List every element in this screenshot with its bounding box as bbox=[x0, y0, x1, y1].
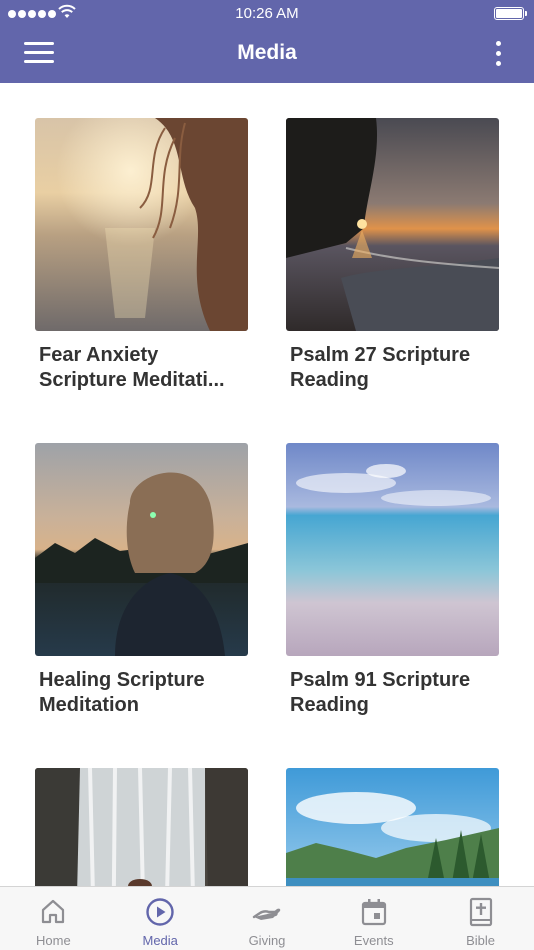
battery-icon bbox=[494, 7, 527, 20]
tab-label: Bible bbox=[466, 933, 496, 948]
media-thumbnail bbox=[286, 443, 499, 656]
status-bar: 10:26 AM bbox=[0, 0, 534, 28]
header-bar: Media bbox=[0, 28, 534, 83]
media-card[interactable]: Fear Anxiety Scripture Meditati... bbox=[35, 118, 248, 393]
calendar-icon bbox=[361, 899, 386, 926]
tab-bar: Home Media Giving Events Bible bbox=[0, 886, 534, 950]
media-thumbnail bbox=[35, 768, 248, 886]
home-icon bbox=[42, 899, 65, 924]
hamburger-menu-icon[interactable] bbox=[24, 42, 56, 68]
tab-label: Media bbox=[142, 933, 178, 948]
tab-giving[interactable]: Giving bbox=[214, 887, 321, 950]
media-title: Healing Scripture Meditation bbox=[39, 669, 205, 716]
tab-label: Home bbox=[36, 933, 71, 948]
bible-icon bbox=[469, 897, 492, 927]
media-card[interactable] bbox=[35, 768, 248, 886]
tab-media[interactable]: Media bbox=[107, 887, 214, 950]
media-thumbnail bbox=[286, 118, 499, 331]
tab-events[interactable]: Events bbox=[320, 887, 427, 950]
giving-hand-icon bbox=[252, 908, 281, 920]
tab-bible[interactable]: Bible bbox=[427, 887, 534, 950]
media-title: Psalm 27 Scripture Reading bbox=[290, 344, 471, 391]
media-thumbnail bbox=[35, 118, 248, 331]
play-circle-icon bbox=[146, 898, 174, 926]
media-card[interactable]: Psalm 27 Scripture Reading bbox=[286, 118, 499, 393]
media-grid: Fear Anxiety Scripture Meditati... Psalm… bbox=[0, 83, 534, 886]
media-card[interactable]: Healing Scripture Meditation bbox=[35, 443, 248, 718]
media-thumbnail bbox=[286, 768, 499, 886]
tab-label: Events bbox=[353, 933, 394, 948]
tab-home[interactable]: Home bbox=[0, 887, 107, 950]
tab-label: Giving bbox=[248, 933, 286, 948]
media-title: Fear Anxiety Scripture Meditati... bbox=[39, 344, 225, 391]
status-time: 10:26 AM bbox=[235, 5, 299, 22]
media-card[interactable] bbox=[286, 768, 499, 886]
more-options-icon[interactable] bbox=[492, 41, 504, 71]
media-title: Psalm 91 Scripture Reading bbox=[290, 669, 471, 716]
media-card[interactable]: Psalm 91 Scripture Reading bbox=[286, 443, 499, 718]
media-thumbnail bbox=[35, 443, 248, 656]
page-title: Media bbox=[237, 41, 297, 64]
